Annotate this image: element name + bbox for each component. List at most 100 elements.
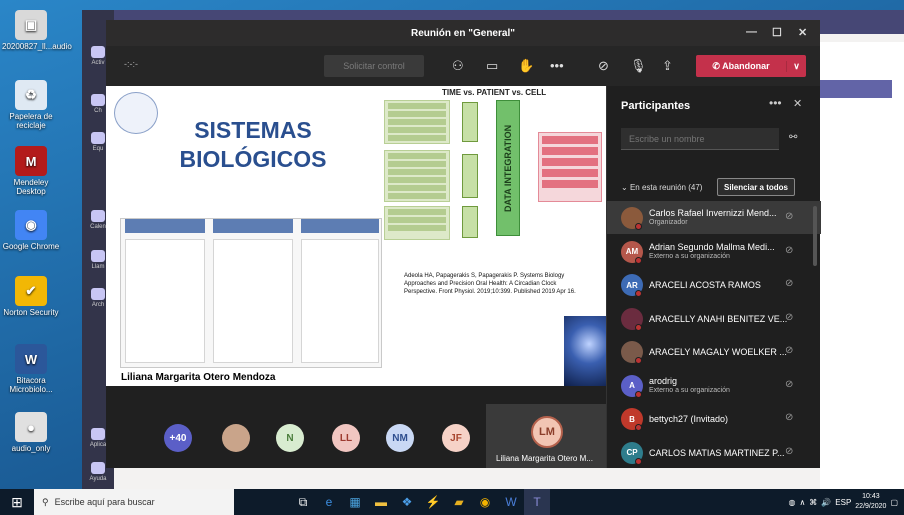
active-speaker-tile[interactable]: LM Liliana Margarita Otero M... xyxy=(486,404,606,468)
participant-search-input[interactable] xyxy=(621,128,779,150)
mic-muted-icon[interactable]: ⊘ xyxy=(785,245,793,256)
more-options-icon[interactable]: ••• xyxy=(769,96,782,110)
more-actions-icon[interactable]: ••• xyxy=(550,58,564,73)
leave-label: ✆ Abandonar xyxy=(712,60,770,71)
minimize-icon[interactable]: — xyxy=(746,26,757,38)
shared-slide: SISTEMAS BIOLÓGICOS TIME vs. PATIENT vs.… xyxy=(106,86,606,386)
mic-muted-icon[interactable]: ⊘ xyxy=(785,379,793,390)
participant-avatar[interactable]: +40 xyxy=(164,424,192,452)
presence-dot-icon xyxy=(635,256,642,264)
chevron-down-icon[interactable]: ∨ xyxy=(786,60,806,72)
mic-off-icon[interactable]: 🎙 xyxy=(630,58,647,74)
participants-scrollbar[interactable] xyxy=(813,206,817,266)
participant-row[interactable]: ARACELY MAGALY WOELKER ... ⊘ xyxy=(607,335,821,368)
desktop-icon-label: 20200827_ll...audio xyxy=(2,42,72,51)
close-panel-icon[interactable]: ✕ xyxy=(793,97,802,110)
participant-row[interactable]: CP CARLOS MATIAS MARTINEZ P... ⊘ xyxy=(607,436,821,469)
data-integration-box: DATA INTEGRATION xyxy=(496,100,520,236)
maximize-icon[interactable]: ☐ xyxy=(772,26,782,39)
participant-row[interactable]: Carlos Rafael Invernizzi Mend... Organiza… xyxy=(607,201,821,234)
dropbox-icon[interactable]: ❖ xyxy=(394,489,420,515)
meeting-title-bar: Reunión en "General" — ☐ ✕ xyxy=(106,20,820,46)
desktop-icon-image: ✔ xyxy=(15,276,47,306)
file-explorer-icon[interactable]: ▬ xyxy=(368,489,394,515)
share-screen-icon[interactable]: ⇪ xyxy=(662,58,673,74)
camera-off-icon[interactable]: ⊘ xyxy=(598,58,609,74)
participant-row[interactable]: ARACELLY ANAHI BENITEZ VE... ⊘ xyxy=(607,302,821,335)
desktop-icon[interactable]: ● audio_only xyxy=(2,412,60,453)
presence-dot-icon xyxy=(635,223,642,230)
participant-row[interactable]: AR ARACELI ACOSTA RAMOS ⊘ xyxy=(607,268,821,301)
desktop-icon[interactable]: ♻ Papelera de reciclaje xyxy=(2,80,60,130)
presenter-caption: Liliana Margarita Otero Mendoza xyxy=(118,371,279,384)
meeting-timer: -:-:- xyxy=(124,59,138,69)
university-crest-icon xyxy=(114,92,158,134)
in-meeting-section[interactable]: ⌄ En esta reunión (47) xyxy=(621,183,702,192)
participant-name: ARACELI ACOSTA RAMOS xyxy=(649,280,761,290)
mic-muted-icon[interactable]: ⊘ xyxy=(785,446,793,457)
slide-title: SISTEMAS BIOLÓGICOS xyxy=(179,117,327,172)
leave-button[interactable]: ✆ Abandonar ∨ xyxy=(696,55,806,77)
desktop-icon-image: ♻ xyxy=(15,80,47,110)
presence-dot-icon xyxy=(635,357,642,364)
participant-avatar[interactable]: N xyxy=(276,424,304,452)
slide-box-lifestyle xyxy=(462,206,478,238)
slide-header: TIME vs. PATIENT vs. CELL xyxy=(442,88,547,97)
clock[interactable]: 10:43 22/9/2020 xyxy=(855,492,886,512)
desktop-icon[interactable]: ▣ 20200827_ll...audio xyxy=(2,10,72,51)
raise-hand-icon[interactable]: ✋ xyxy=(518,58,534,74)
desktop-icon[interactable]: W Bitacora Microbiolo... xyxy=(2,344,60,394)
participant-avatar[interactable]: JF xyxy=(442,424,470,452)
mic-muted-icon[interactable]: ⊘ xyxy=(785,278,793,289)
network-icon[interactable]: ⌘ xyxy=(809,498,817,507)
teams-taskbar-icon[interactable]: T xyxy=(524,489,550,515)
chrome-taskbar-icon[interactable]: ◉ xyxy=(472,489,498,515)
participant-name: bettych27 (Invitado) xyxy=(649,414,729,424)
search-icon[interactable]: ⚯ xyxy=(789,132,797,143)
participant-avatar[interactable]: LL xyxy=(332,424,360,452)
desktop-icon-image: M xyxy=(15,146,47,176)
participant-avatar[interactable]: NM xyxy=(386,424,414,452)
participant-avatar[interactable] xyxy=(222,424,250,452)
desktop-icon-label: Mendeley Desktop xyxy=(13,178,49,196)
meeting-title: Reunión en "General" xyxy=(411,27,515,39)
participant-row[interactable]: Aarodrig Externo a su organización ⊘ xyxy=(607,369,821,402)
mic-muted-icon[interactable]: ⊘ xyxy=(785,345,793,356)
participant-row[interactable]: Bbettych27 (Invitado) ⊘ xyxy=(607,402,821,435)
desktop-icon[interactable]: M Mendeley Desktop xyxy=(2,146,60,196)
participants-panel: Participantes ••• ✕ ⚯ ⌄ En esta reunión … xyxy=(606,86,821,469)
request-control-button[interactable]: Solicitar control xyxy=(324,55,424,77)
desktop-icon-image: W xyxy=(15,344,47,374)
desktop-icon[interactable]: ◉ Google Chrome xyxy=(2,210,60,251)
task-view-icon[interactable]: ⧉ xyxy=(290,489,316,515)
meeting-toolbar: -:-:- Solicitar control ⚇ ▭ ✋ ••• ⊘ 🎙 ⇪ … xyxy=(106,46,820,86)
language-indicator[interactable]: ESP xyxy=(835,498,851,507)
mic-muted-icon[interactable]: ⊘ xyxy=(785,412,793,423)
store-icon[interactable]: ▦ xyxy=(342,489,368,515)
notifications-icon[interactable]: ▢ xyxy=(890,498,898,507)
mic-muted-icon[interactable]: ⊘ xyxy=(785,211,793,222)
folder-icon[interactable]: ▰ xyxy=(446,489,472,515)
slide-list-environment xyxy=(384,100,450,144)
norton-taskbar-icon[interactable]: ⚡ xyxy=(420,489,446,515)
slide-list-mechanistic xyxy=(384,150,450,202)
mute-all-button[interactable]: Silenciar a todos xyxy=(717,178,795,196)
volume-icon[interactable]: 🔊 xyxy=(821,498,831,507)
edge-icon[interactable]: e xyxy=(316,489,342,515)
teams-channel-panel xyxy=(820,42,904,489)
windows-start-icon[interactable]: ⊞ xyxy=(0,489,34,515)
tray-chevron-up-icon[interactable]: ∧ xyxy=(799,498,805,507)
taskbar-search[interactable]: ⚲ Escribe aquí para buscar xyxy=(34,489,234,515)
close-icon[interactable]: ✕ xyxy=(798,26,807,39)
desktop-icon-label: audio_only xyxy=(11,444,51,453)
taskbar-search-text: Escribe aquí para buscar xyxy=(54,497,155,507)
tray-app-icon[interactable]: ◍ xyxy=(788,498,795,507)
participant-row[interactable]: AM Adrian Segundo Mallma Medi... Externo a… xyxy=(607,235,821,268)
slide-precision-box xyxy=(538,132,602,202)
word-taskbar-icon[interactable]: W xyxy=(498,489,524,515)
mic-muted-icon[interactable]: ⊘ xyxy=(785,312,793,323)
participants-icon[interactable]: ⚇ xyxy=(452,58,464,74)
slide-citation: Adeola HA, Papagerakis S, Papagerakis P.… xyxy=(404,273,576,295)
desktop-icon[interactable]: ✔ Norton Security xyxy=(2,276,60,317)
chat-icon[interactable]: ▭ xyxy=(486,58,498,74)
